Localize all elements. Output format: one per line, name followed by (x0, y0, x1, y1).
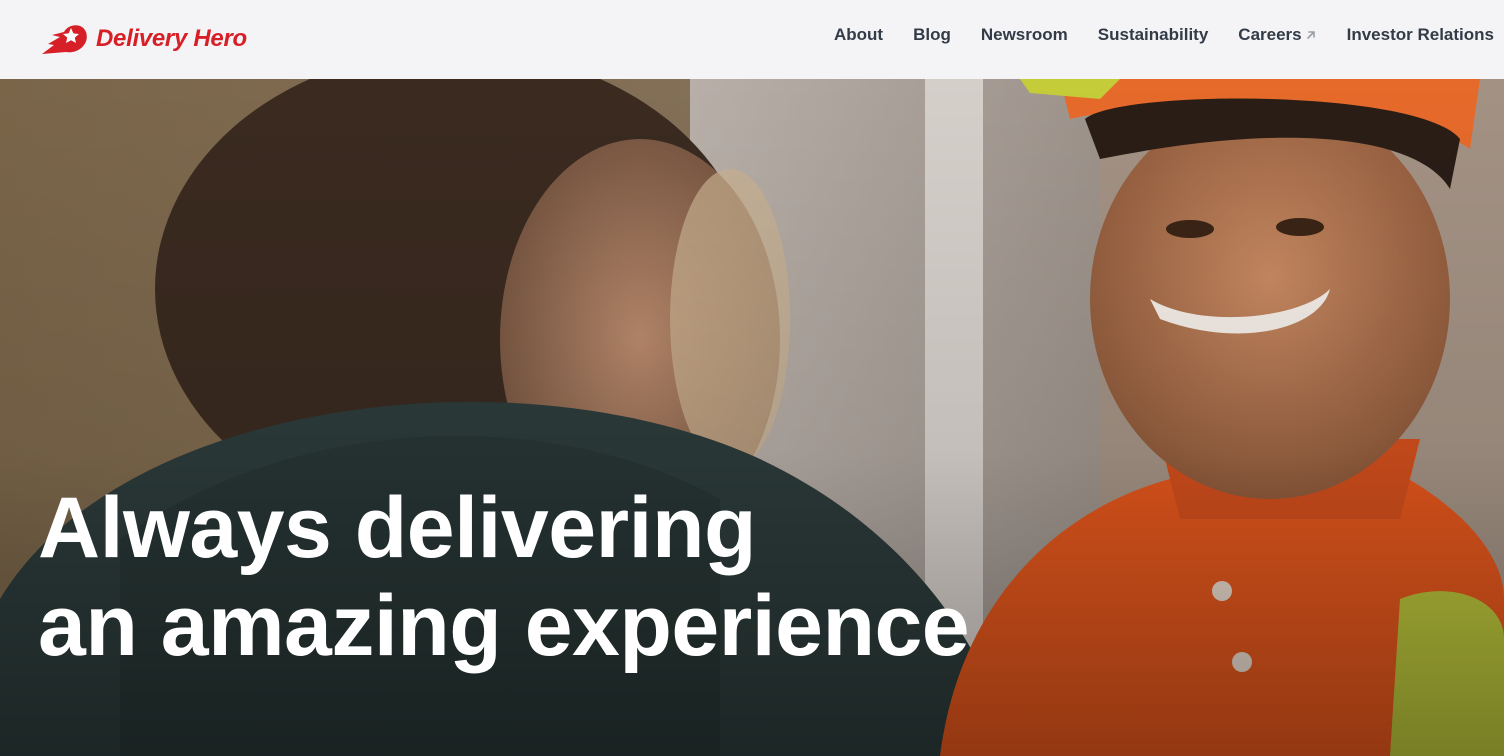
nav-link-blog[interactable]: Blog (913, 25, 951, 45)
nav-link-sustainability[interactable]: Sustainability (1098, 25, 1209, 45)
nav-link-investor-relations[interactable]: Investor Relations (1347, 25, 1494, 45)
brand-logo-link[interactable]: Delivery Hero (38, 20, 247, 58)
nav-link-newsroom[interactable]: Newsroom (981, 25, 1068, 45)
hero-section: Always delivering an amazing experience (0, 79, 1504, 756)
hero-headline: Always delivering an amazing experience (38, 479, 970, 675)
brand-name: Delivery Hero (96, 25, 247, 52)
hero-headline-line-2: an amazing experience (38, 578, 970, 674)
delivery-hero-star-logo-icon (42, 25, 87, 54)
nav-link-careers[interactable]: Careers (1238, 25, 1316, 45)
site-header: Delivery Hero About Blog Newsroom Sustai… (0, 0, 1504, 79)
external-arrow-icon (1306, 31, 1315, 39)
nav-link-about[interactable]: About (834, 25, 883, 45)
nav-link-careers-label: Careers (1238, 25, 1302, 44)
hero-headline-line-1: Always delivering (38, 480, 757, 576)
main-nav: About Blog Newsroom Sustainability Caree… (834, 22, 1494, 48)
